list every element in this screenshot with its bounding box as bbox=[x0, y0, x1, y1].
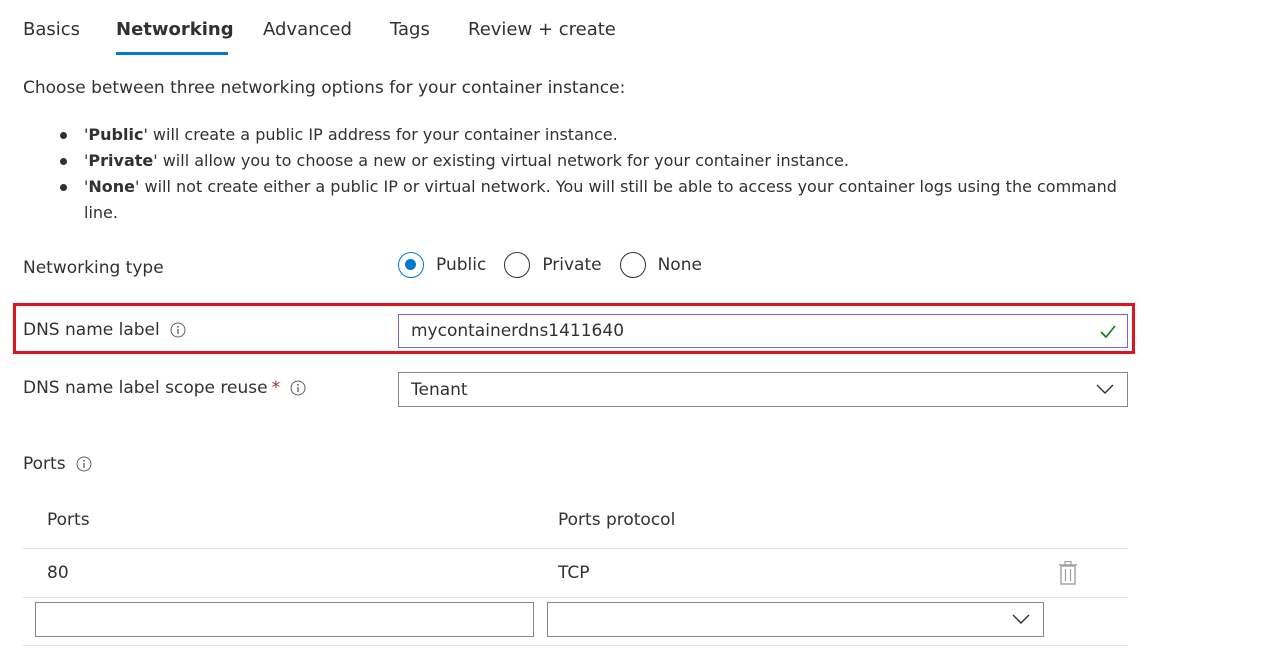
new-protocol-dropdown[interactable] bbox=[547, 602, 1044, 637]
active-tab-indicator bbox=[116, 52, 228, 55]
table-bottom-divider bbox=[23, 645, 1128, 646]
ports-section-label-text: Ports bbox=[23, 454, 66, 474]
networking-type-radio-group: Public Private None bbox=[398, 250, 720, 280]
table-header-divider bbox=[23, 548, 1128, 549]
tab-review-create[interactable]: Review + create bbox=[468, 19, 616, 40]
dns-scope-reuse-label: DNS name label scope reuse * bbox=[23, 378, 306, 398]
bullet-public-bold: Public bbox=[88, 125, 144, 144]
networking-options-list: 'Public' will create a public IP address… bbox=[60, 122, 1140, 226]
bullet-public-text: ' will create a public IP address for yo… bbox=[143, 125, 618, 144]
protocol-cell: TCP bbox=[558, 563, 590, 583]
radio-private[interactable]: Private bbox=[504, 252, 602, 278]
dns-name-label-text: DNS name label bbox=[23, 320, 160, 340]
dns-scope-reuse-text: DNS name label scope reuse bbox=[23, 378, 268, 398]
networking-type-label: Networking type bbox=[23, 258, 164, 278]
dns-name-label-label: DNS name label bbox=[23, 320, 186, 340]
bullet-none-bold: None bbox=[88, 177, 136, 196]
radio-private-indicator[interactable] bbox=[504, 252, 531, 278]
radio-none[interactable]: None bbox=[619, 252, 702, 278]
info-icon[interactable] bbox=[76, 456, 92, 472]
dns-name-label-value: mycontainerdns1411640 bbox=[411, 321, 625, 341]
dns-scope-reuse-value: Tenant bbox=[411, 379, 468, 400]
tab-networking[interactable]: Networking bbox=[116, 19, 234, 40]
networking-type-label-text: Networking type bbox=[23, 258, 164, 278]
bullet-private-text: ' will allow you to choose a new or exis… bbox=[153, 151, 849, 170]
new-port-input[interactable] bbox=[35, 602, 534, 637]
tab-basics[interactable]: Basics bbox=[23, 19, 80, 40]
bullet-public: 'Public' will create a public IP address… bbox=[60, 122, 1140, 148]
chevron-down-icon bbox=[1012, 614, 1030, 624]
tab-advanced[interactable]: Advanced bbox=[263, 19, 352, 40]
info-icon[interactable] bbox=[290, 380, 306, 396]
table-row-divider bbox=[23, 597, 1128, 598]
trash-icon[interactable] bbox=[1058, 560, 1078, 586]
dns-name-label-input[interactable]: mycontainerdns1411640 bbox=[398, 314, 1128, 348]
radio-public[interactable]: Public bbox=[398, 252, 486, 278]
dns-scope-reuse-label-text: DNS name label scope reuse * bbox=[23, 378, 280, 398]
bullet-private: 'Private' will allow you to choose a new… bbox=[60, 148, 1140, 174]
bullet-none-text: ' will not create either a public IP or … bbox=[84, 177, 1117, 222]
ports-column-header: Ports bbox=[47, 510, 90, 530]
checkmark-icon bbox=[1100, 325, 1116, 339]
info-icon[interactable] bbox=[170, 322, 186, 338]
bullet-private-bold: Private bbox=[88, 151, 154, 170]
ports-section-label: Ports bbox=[23, 454, 92, 474]
radio-public-label: Public bbox=[436, 255, 487, 275]
dns-scope-reuse-dropdown[interactable]: Tenant bbox=[398, 372, 1128, 407]
bullet-none: 'None' will not create either a public I… bbox=[60, 174, 1140, 226]
chevron-down-icon bbox=[1096, 384, 1114, 394]
tab-tags[interactable]: Tags bbox=[390, 19, 430, 40]
ports-protocol-column-header: Ports protocol bbox=[558, 510, 676, 530]
networking-intro-text: Choose between three networking options … bbox=[23, 78, 626, 98]
required-asterisk: * bbox=[271, 378, 281, 398]
radio-none-indicator[interactable] bbox=[619, 252, 646, 278]
port-cell: 80 bbox=[47, 563, 69, 583]
radio-private-label: Private bbox=[542, 255, 602, 275]
radio-public-indicator[interactable] bbox=[398, 252, 424, 278]
radio-none-label: None bbox=[657, 255, 702, 275]
